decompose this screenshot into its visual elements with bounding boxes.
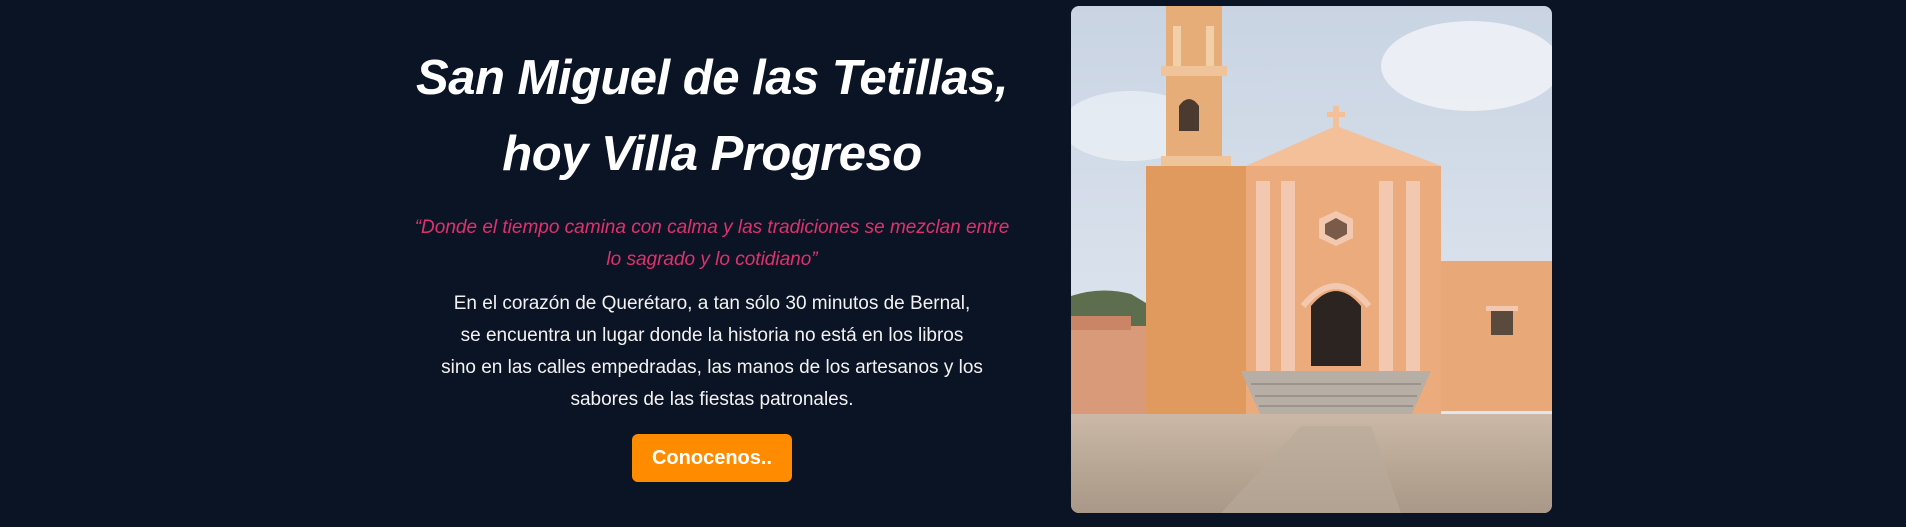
hero-text-column: San Miguel de las Tetillas, hoy Villa Pr… [408, 40, 1016, 482]
description-line-2: se encuentra un lugar donde la historia … [460, 325, 964, 346]
hero-quote: “Donde el tiempo camina con calma y las … [414, 217, 1010, 270]
description-line-1: En el corazón de Querétaro, a tan sólo 3… [453, 293, 971, 314]
page-title: San Miguel de las Tetillas, hoy Villa Pr… [408, 40, 1016, 192]
hero-section: San Miguel de las Tetillas, hoy Villa Pr… [0, 0, 1906, 527]
hero-description: En el corazón de Querétaro, a tan sólo 3… [408, 288, 1016, 416]
description-line-3: sino en las calles empedradas, las manos… [441, 357, 983, 378]
title-line-1: San Miguel de las Tetillas, [416, 51, 1008, 105]
church-photo [1071, 6, 1552, 513]
description-line-4: sabores de las fiestas patronales. [570, 389, 854, 410]
conocenos-button[interactable]: Conocenos.. [631, 434, 792, 482]
title-line-2: hoy Villa Progreso [502, 127, 922, 181]
church-image [1071, 6, 1552, 513]
